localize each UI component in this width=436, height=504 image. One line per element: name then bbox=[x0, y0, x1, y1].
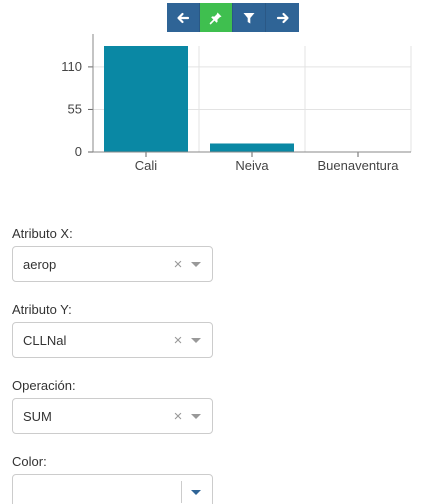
bar bbox=[104, 46, 188, 152]
atributo-x-value: aerop bbox=[23, 256, 57, 272]
atributo-y-field: Atributo Y: CLLNal × bbox=[12, 302, 213, 358]
atributo-y-value: CLLNal bbox=[23, 332, 67, 348]
color-select[interactable] bbox=[12, 474, 213, 504]
filter-icon bbox=[243, 12, 255, 23]
chart-toolbar bbox=[167, 3, 299, 32]
forward-button[interactable] bbox=[266, 3, 299, 32]
operacion-value: SUM bbox=[23, 408, 52, 424]
x-tick-label: Cali bbox=[135, 158, 158, 173]
chevron-down-icon[interactable] bbox=[188, 333, 204, 347]
operacion-field: Operación: SUM × bbox=[12, 378, 213, 434]
bar bbox=[210, 143, 294, 152]
bar-chart-svg: 0 55 110 Cali Neiva Buenaventura bbox=[61, 34, 412, 173]
chevron-down-icon[interactable] bbox=[188, 485, 204, 499]
operacion-label: Operación: bbox=[12, 378, 76, 393]
pin-icon bbox=[209, 12, 222, 24]
arrow-left-icon bbox=[177, 12, 190, 23]
y-tick-label: 110 bbox=[61, 59, 82, 74]
operacion-select[interactable]: SUM × bbox=[12, 398, 213, 434]
filter-button[interactable] bbox=[233, 3, 266, 32]
color-label: Color: bbox=[12, 454, 47, 469]
bar-chart: 0 55 110 Cali Neiva Buenaventura bbox=[0, 34, 436, 184]
atributo-x-field: Atributo X: aerop × bbox=[12, 226, 213, 282]
atributo-y-select[interactable]: CLLNal × bbox=[12, 322, 213, 358]
chevron-down-icon[interactable] bbox=[188, 257, 204, 271]
select-divider bbox=[181, 481, 182, 503]
chevron-down-icon[interactable] bbox=[188, 409, 204, 423]
y-tick-label: 0 bbox=[75, 144, 82, 159]
x-tick-label: Neiva bbox=[235, 158, 269, 173]
back-button[interactable] bbox=[167, 3, 200, 32]
color-field: Color: bbox=[12, 454, 213, 504]
clear-icon[interactable]: × bbox=[170, 256, 186, 273]
arrow-right-icon bbox=[276, 12, 289, 23]
atributo-y-label: Atributo Y: bbox=[12, 302, 72, 317]
atributo-x-label: Atributo X: bbox=[12, 226, 73, 241]
clear-icon[interactable]: × bbox=[170, 332, 186, 349]
clear-icon[interactable]: × bbox=[170, 408, 186, 425]
atributo-x-select[interactable]: aerop × bbox=[12, 246, 213, 282]
pin-button[interactable] bbox=[200, 3, 233, 32]
x-tick-label: Buenaventura bbox=[318, 158, 400, 173]
y-tick-label: 55 bbox=[68, 101, 82, 116]
